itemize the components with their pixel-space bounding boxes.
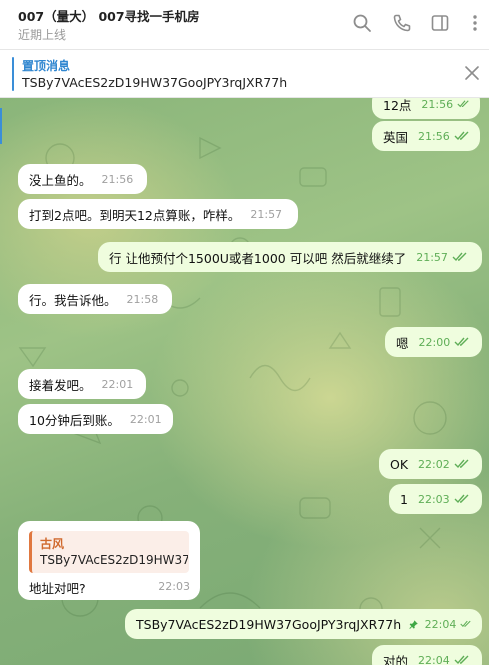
reply-quote[interactable]: 古风 TSBy7VAcES2zD19HW37GooJPY3rqJXR77h (29, 531, 189, 573)
double-check-icon (452, 252, 467, 262)
chat-messages-area[interactable]: 12点 21:56 英国 21:56 没上鱼的。 21:56 打到2点吧。到明天… (0, 98, 489, 665)
message-bubble-outgoing[interactable]: 1 22:03 (389, 484, 482, 514)
more-vertical-icon[interactable] (464, 12, 486, 34)
message-time: 22:01 (101, 377, 134, 391)
message-time: 22:04 (418, 653, 450, 665)
chat-header: 007（量大） 007寻找一手机房 近期上线 (0, 0, 489, 50)
message-text: 12点 (383, 98, 412, 113)
message-time: 21:57 (250, 207, 283, 221)
close-icon[interactable] (463, 64, 481, 82)
message-text: OK (390, 456, 409, 472)
message-text: 接着发吧。 (29, 377, 92, 393)
double-check-icon (454, 131, 469, 141)
message-time: 21:58 (126, 292, 159, 306)
pinned-label: 置顶消息 (22, 59, 71, 73)
message-text: 行 让他预付个1500U或者1000 可以吧 然后就继续了 (109, 250, 407, 266)
pin-icon (409, 619, 418, 629)
message-bubble-incoming[interactable]: 打到2点吧。到明天12点算账，咋样。 21:57 (18, 199, 298, 229)
pinned-message-bar[interactable]: 置顶消息 TSBy7VAcES2zD19HW37GooJPY3rqJXR77h (0, 50, 489, 98)
reply-text: TSBy7VAcES2zD19HW37GooJPY3rqJXR77h (40, 553, 188, 567)
message-text: 地址对吧? (29, 581, 86, 596)
message-time: 21:56 (418, 129, 450, 143)
message-text: 没上鱼的。 (29, 172, 92, 188)
message-time: 21:57 (416, 250, 448, 264)
double-check-icon (460, 620, 471, 627)
message-text: 10分钟后到账。 (29, 412, 120, 428)
double-check-icon (454, 494, 469, 504)
message-bubble-outgoing-pinned[interactable]: TSBy7VAcES2zD19HW37GooJPY3rqJXR77h 22:04 (125, 609, 482, 639)
message-bubble-incoming-reply[interactable]: 古风 TSBy7VAcES2zD19HW37GooJPY3rqJXR77h 地址… (18, 521, 200, 600)
reply-author: 古风 (40, 537, 65, 551)
double-check-icon (457, 100, 469, 108)
message-time: 22:01 (129, 412, 162, 426)
message-bubble-incoming[interactable]: 没上鱼的。 21:56 (18, 164, 147, 194)
message-text: 1 (400, 491, 408, 507)
message-text: 嗯 (396, 335, 409, 351)
message-bubble-outgoing[interactable]: 英国 21:56 (372, 121, 480, 151)
message-bubble-incoming[interactable]: 10分钟后到账。 22:01 (18, 404, 173, 434)
message-time: 21:56 (101, 172, 134, 186)
message-bubble-outgoing[interactable]: 嗯 22:00 (385, 327, 482, 357)
unread-marker (0, 108, 2, 144)
message-time: 22:03 (158, 580, 190, 593)
chat-title[interactable]: 007（量大） 007寻找一手机房 (18, 6, 200, 25)
message-text: 打到2点吧。到明天12点算账，咋样。 (29, 207, 241, 223)
chat-status: 近期上线 (18, 28, 67, 42)
pinned-accent-bar (12, 57, 14, 91)
message-bubble-outgoing[interactable]: 行 让他预付个1500U或者1000 可以吧 然后就继续了 21:57 (98, 242, 482, 272)
sidebar-icon[interactable] (429, 12, 451, 34)
message-time: 21:56 (421, 98, 454, 111)
message-time: 22:04 (424, 617, 457, 631)
phone-icon[interactable] (391, 12, 413, 34)
message-bubble-outgoing[interactable]: 对的 22:04 (372, 645, 482, 665)
message-bubble-outgoing[interactable]: 12点 21:56 (372, 98, 480, 119)
message-text: 对的 (383, 653, 409, 665)
message-time: 22:03 (417, 492, 450, 506)
double-check-icon (454, 459, 469, 469)
message-text: TSBy7VAcES2zD19HW37GooJPY3rqJXR77h (136, 616, 402, 632)
message-bubble-outgoing[interactable]: OK 22:02 (379, 449, 482, 479)
message-time: 22:00 (418, 335, 451, 349)
message-text: 行。我告诉他。 (29, 292, 117, 308)
message-time: 22:02 (418, 457, 450, 471)
double-check-icon (454, 337, 469, 347)
pinned-text: TSBy7VAcES2zD19HW37GooJPY3rqJXR77h (22, 75, 288, 90)
message-text: 英国 (383, 129, 409, 145)
search-icon[interactable] (351, 12, 373, 34)
double-check-icon (454, 655, 469, 665)
message-bubble-incoming[interactable]: 接着发吧。 22:01 (18, 369, 146, 399)
message-bubble-incoming[interactable]: 行。我告诉他。 21:58 (18, 284, 172, 314)
